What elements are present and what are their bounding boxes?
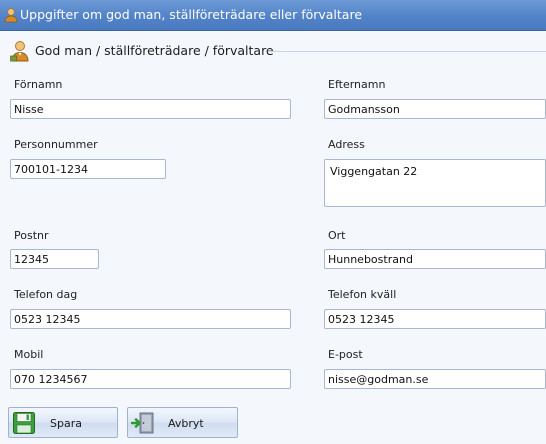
group-header: God man / ställföreträdare / förvaltare [10, 40, 546, 62]
floppy-disk-icon [13, 412, 35, 434]
save-button[interactable]: Spara [8, 407, 118, 438]
lastname-field[interactable]: Godmansson [324, 99, 546, 119]
postnr-label: Postnr [14, 229, 49, 242]
lastname-label: Efternamn [328, 78, 386, 91]
email-label: E-post [328, 348, 363, 361]
cancel-button-label: Avbryt [168, 417, 204, 430]
phone-day-label: Telefon dag [14, 288, 78, 301]
mobile-field[interactable]: 070 1234567 [10, 369, 291, 389]
person-icon [4, 8, 18, 23]
firstname-field[interactable]: Nisse [10, 99, 291, 119]
city-field[interactable]: Hunnebostrand [324, 249, 546, 269]
postnr-field[interactable]: 12345 [10, 249, 99, 269]
cancel-button[interactable]: Avbryt [127, 407, 238, 438]
address-label: Adress [328, 138, 365, 151]
group-divider [268, 51, 546, 52]
person-icon [10, 41, 29, 62]
personnummer-label: Personnummer [14, 138, 98, 151]
save-button-label: Spara [50, 417, 82, 430]
city-label: Ort [328, 229, 346, 242]
phone-evening-field[interactable]: 0523 12345 [324, 309, 546, 329]
window-title: Uppgifter om god man, ställföreträdare e… [20, 7, 363, 22]
group-title: God man / ställföreträdare / förvaltare [35, 43, 274, 58]
phone-day-field[interactable]: 0523 12345 [10, 309, 291, 329]
mobile-label: Mobil [14, 348, 44, 361]
window-titlebar: Uppgifter om god man, ställföreträdare e… [0, 0, 546, 31]
firstname-label: Förnamn [14, 78, 63, 91]
email-field[interactable]: nisse@godman.se [324, 369, 546, 389]
personnummer-field[interactable]: 700101-1234 [10, 159, 166, 179]
exit-door-icon [131, 412, 154, 434]
address-field[interactable]: Viggengatan 22 [324, 159, 546, 207]
phone-evening-label: Telefon kväll [328, 288, 397, 301]
